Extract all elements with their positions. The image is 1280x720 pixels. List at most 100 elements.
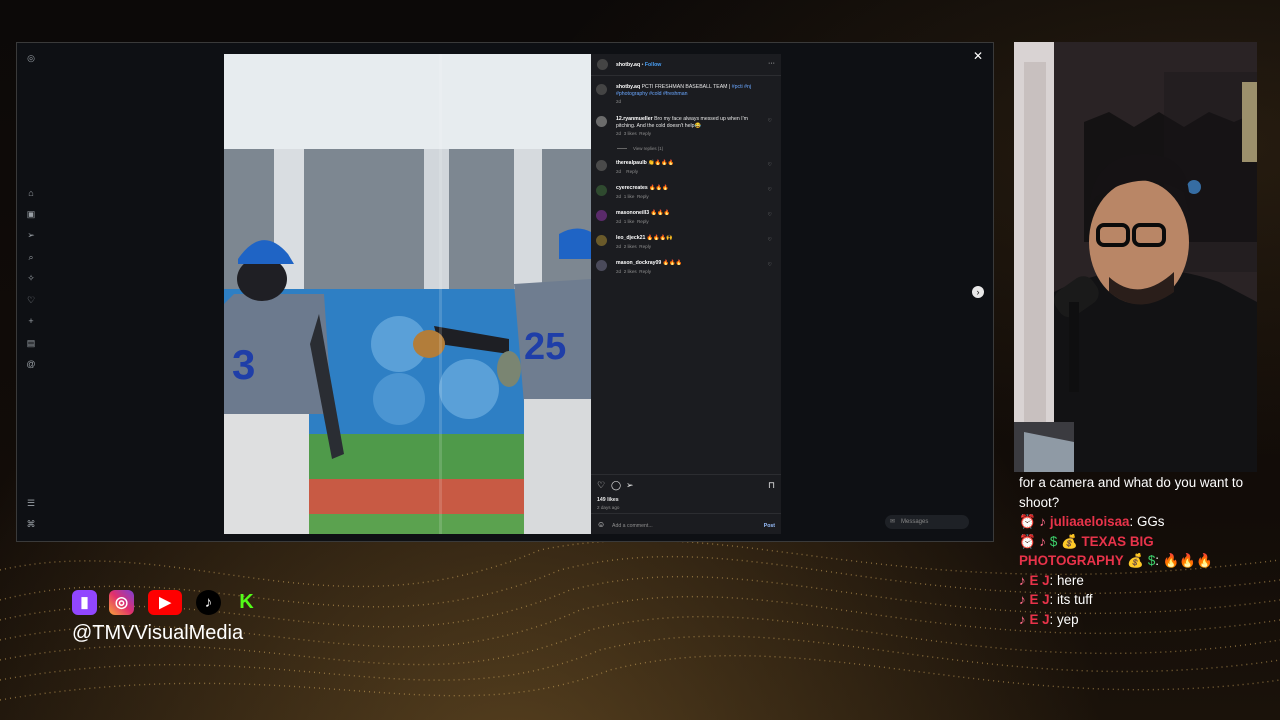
comment-like-icon[interactable]: ♡ [768,118,772,124]
chat-message: ⏰ ♪ $ 💰 TEXAS BIG PHOTOGRAPHY 💰 $: 🔥🔥🔥 [1019,532,1259,571]
author-name[interactable]: shotby.aq [616,62,640,68]
dashboard-icon[interactable]: ▤ [26,338,36,348]
comment-likes[interactable]: 1 like [624,219,635,224]
kick-icon: K [239,591,254,613]
reels-icon[interactable]: ▣ [26,209,36,219]
reply-button[interactable]: Reply [639,269,651,274]
comment-likes[interactable]: 2 likes [624,269,637,274]
chevron-right-icon[interactable]: › [972,286,984,298]
commenter-name[interactable]: therealpaulb [616,160,647,166]
caption-tags-2[interactable]: #photography #cold #freshman [616,91,688,97]
commenter-name[interactable]: 12.ryanmueller [616,116,653,122]
commenter-avatar[interactable] [596,185,607,196]
comment-like-icon[interactable]: ♡ [768,212,772,218]
commenter-name[interactable]: masononeill3 [616,210,649,216]
baseball-photo: 3 25 [224,54,591,534]
author-avatar[interactable] [597,59,608,70]
chat-text: : yep [1049,611,1079,627]
messages-icon: ✉ [890,519,896,525]
commenter-avatar[interactable] [596,260,607,271]
caption-age: 2d [616,99,622,104]
reply-button[interactable]: Reply [639,131,651,136]
dollar-icon: $ [1049,533,1058,549]
reply-button[interactable]: Reply [637,219,649,224]
threads-icon[interactable]: @ [26,359,36,369]
notifications-icon[interactable]: ♡ [26,295,36,305]
stream-overlay: ◎ ⌂ ▣ ➢ ⌕ ✧ ♡ + ▤ @ ☰ ⌘ 3 25 shotby.aq •… [0,0,1280,720]
badge-icon: ⏰ [1019,514,1036,529]
post-side-panel: shotby.aq • Follow ··· shotby.aq PCTI FR… [591,54,781,534]
chat-text: : 🔥🔥🔥 [1155,553,1213,568]
caption-avatar[interactable] [596,84,607,95]
also-from-meta-icon[interactable]: ⌘ [26,519,36,529]
comment-text: 🔥🔥🔥 [650,210,670,216]
post-actions: ♡ ◯ ➢ ⊓ 149 likes 2 days ago ☺ Add a com… [591,474,781,534]
instagram-logo-icon[interactable]: ◎ [26,53,36,63]
commenter-avatar[interactable] [596,116,607,127]
comment-age: 2d [616,243,622,249]
jersey-number-left: 3 [232,341,255,388]
comment-like-icon[interactable]: ♡ [768,162,772,168]
comment-age: 2d [616,168,622,174]
comment-likes[interactable]: 1 like [624,194,635,199]
commenter-avatar[interactable] [596,210,607,221]
streamer-video [1014,42,1257,472]
chat-message: ⏰ ♪ juliaaeloisaa: GGs [1019,512,1259,532]
emoji-icon[interactable]: ☺ [597,520,605,529]
bookmark-icon[interactable]: ⊓ [768,480,775,491]
explore-icon[interactable]: ✧ [26,273,36,283]
chat-message: ♪ E J: here [1019,571,1259,591]
tiktok-badge-icon: ♪ [1039,514,1047,529]
reply-button[interactable]: Reply [637,194,649,199]
search-icon[interactable]: ⌕ [26,252,36,262]
comment-age: 2d [616,268,622,274]
chat-line: for a camera and what do you want to sho… [1019,475,1244,510]
post-photo[interactable]: 3 25 [224,54,591,534]
comment-likes[interactable]: 3 likes [624,131,637,136]
browser-window: ◎ ⌂ ▣ ➢ ⌕ ✧ ♡ + ▤ @ ☰ ⌘ 3 25 shotby.aq •… [16,42,994,542]
like-icon[interactable]: ♡ [597,480,605,491]
chat-user[interactable]: juliaaeloisaa [1050,514,1130,529]
comment-text: 👏🔥🔥🔥 [648,160,675,166]
reply-button[interactable]: Reply [626,169,638,174]
menu-icon[interactable]: ☰ [26,498,36,508]
post-header: shotby.aq • Follow ··· [591,54,781,76]
chat-user[interactable]: E J [1029,573,1049,588]
chat-user[interactable]: E J [1029,592,1049,607]
share-icon[interactable]: ➢ [626,480,634,491]
comment-like-icon[interactable]: ♡ [768,262,772,268]
likes-count[interactable]: 149 likes [597,497,619,503]
comment-age: 2d [616,218,622,224]
create-icon[interactable]: + [26,316,36,326]
more-options-icon[interactable]: ··· [768,60,775,67]
reply-button[interactable]: Reply [639,244,651,249]
close-icon[interactable]: ✕ [973,49,983,63]
chat-message: ♪ E J: yep [1019,610,1259,630]
chat-user[interactable]: E J [1029,612,1049,627]
caption-tags-1[interactable]: #pcti #nj [732,84,751,90]
direct-icon[interactable]: ➢ [26,230,36,240]
view-replies-link[interactable]: View replies (1) [617,146,663,151]
commenter-avatar[interactable] [596,235,607,246]
instagram-icon: ◎ [109,590,134,615]
commenter-name[interactable]: mason_dockray09 [616,260,661,266]
tiktok-icon: ♪ [196,590,221,615]
commenter-avatar[interactable] [596,160,607,171]
messages-button[interactable]: ✉ Messages [885,515,969,529]
comment-likes[interactable]: 2 likes [624,244,637,249]
chat-text: : here [1049,572,1084,588]
follow-button[interactable]: Follow [645,62,661,68]
add-comment-input[interactable]: Add a comment... [612,523,653,529]
home-icon[interactable]: ⌂ [26,188,36,198]
comment-like-icon[interactable]: ♡ [768,237,772,243]
tiktok-badge-icon: ♪ [1019,611,1026,627]
comment-age: 2d [616,131,622,136]
chat-box: for a camera and what do you want to sho… [1019,473,1259,629]
post-comment-button[interactable]: Post [764,523,775,529]
commenter-name[interactable]: leo_djeck21 [616,235,645,241]
caption-text: PCTI FRESHMAN BASEBALL TEAM | [641,84,731,90]
commenter-name[interactable]: cyerecreates [616,185,648,191]
comment-like-icon[interactable]: ♡ [768,187,772,193]
comment-icon[interactable]: ◯ [611,480,621,491]
caption-user[interactable]: shotby.aq [616,84,640,90]
